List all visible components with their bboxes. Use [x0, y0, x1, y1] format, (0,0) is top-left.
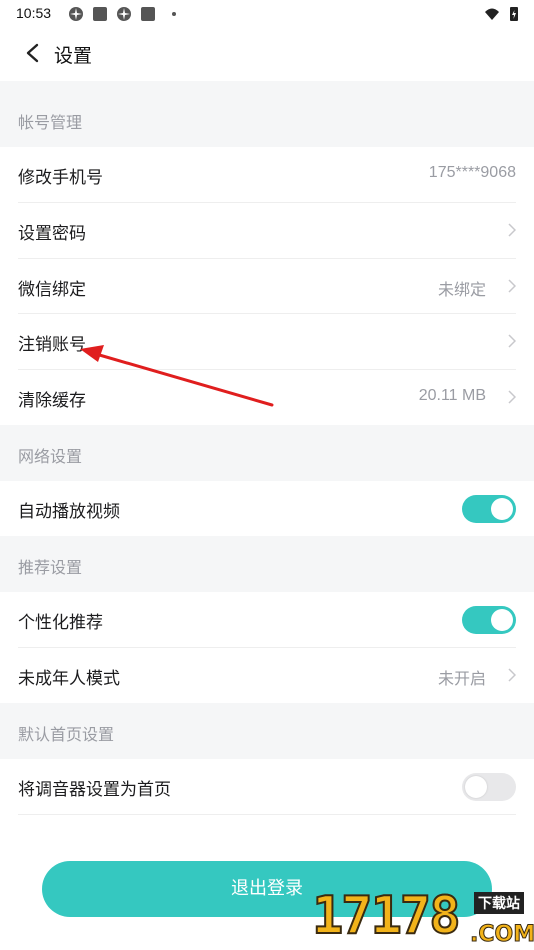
chevron-right-icon: [508, 279, 516, 293]
more-notifications-dot-icon: [172, 12, 176, 16]
row-change-phone[interactable]: 修改手机号 175****9068: [0, 147, 534, 202]
row-wechat-bind[interactable]: 微信绑定 未绑定: [0, 259, 534, 314]
watermark-digits: 17178: [311, 885, 462, 947]
chevron-right-icon: [508, 334, 516, 348]
row-personalized-recommend: 个性化推荐: [0, 592, 534, 647]
row-clear-cache[interactable]: 清除缓存 20.11 MB: [0, 370, 534, 425]
row-set-password[interactable]: 设置密码: [0, 203, 534, 258]
autoplay-video-toggle[interactable]: [462, 495, 516, 523]
wechat-bind-status: 未绑定: [437, 282, 486, 299]
app-notification-icon: [69, 7, 83, 21]
row-label: 注销账号: [18, 335, 86, 355]
watermark-tag: 下载站: [474, 892, 524, 914]
row-label: 清除缓存: [18, 391, 86, 411]
row-label: 未成年人模式: [18, 669, 120, 689]
personalized-recommend-toggle[interactable]: [462, 606, 516, 634]
back-arrow-icon[interactable]: [22, 42, 44, 64]
row-tuner-homepage: 将调音器设置为首页: [0, 759, 534, 814]
phone-number-value: 175****9068: [428, 164, 516, 181]
app-notification-icon: [141, 7, 155, 21]
section-title: 帐号管理: [18, 113, 83, 132]
status-time: 10:53: [16, 5, 52, 21]
row-label: 将调音器设置为首页: [18, 780, 171, 800]
page-title: 设置: [54, 45, 93, 67]
app-notification-icon: [93, 7, 107, 21]
row-label: 自动播放视频: [18, 502, 120, 522]
watermark-domain: .COM: [469, 922, 534, 948]
row-label: 个性化推荐: [18, 613, 103, 633]
chevron-right-icon: [508, 223, 516, 237]
tuner-homepage-toggle[interactable]: [462, 773, 516, 801]
row-cancel-account[interactable]: 注销账号: [0, 314, 534, 369]
battery-icon: [510, 7, 518, 21]
section-header-network: 网络设置: [0, 425, 534, 481]
status-bar: 10:53: [0, 0, 534, 28]
top-app-bar: 设置: [0, 28, 534, 80]
row-autoplay-video: 自动播放视频: [0, 481, 534, 536]
chevron-right-icon: [508, 390, 516, 404]
wifi-icon: [485, 8, 499, 20]
app-notification-icon: [117, 7, 131, 21]
chevron-right-icon: [508, 668, 516, 682]
section-header-recommend: 推荐设置: [0, 536, 534, 592]
cache-size-value: 20.11 MB: [418, 387, 486, 404]
row-label: 修改手机号: [18, 168, 103, 188]
section-title: 默认首页设置: [18, 725, 115, 744]
row-label: 微信绑定: [18, 280, 86, 300]
row-label: 设置密码: [18, 224, 86, 244]
minor-mode-status: 未开启: [437, 671, 486, 688]
divider: [18, 814, 516, 815]
section-header-account: 帐号管理: [0, 81, 534, 147]
section-title: 推荐设置: [18, 558, 83, 577]
section-header-homepage: 默认首页设置: [0, 703, 534, 759]
section-title: 网络设置: [18, 447, 83, 466]
row-minor-mode[interactable]: 未成年人模式 未开启: [0, 648, 534, 703]
